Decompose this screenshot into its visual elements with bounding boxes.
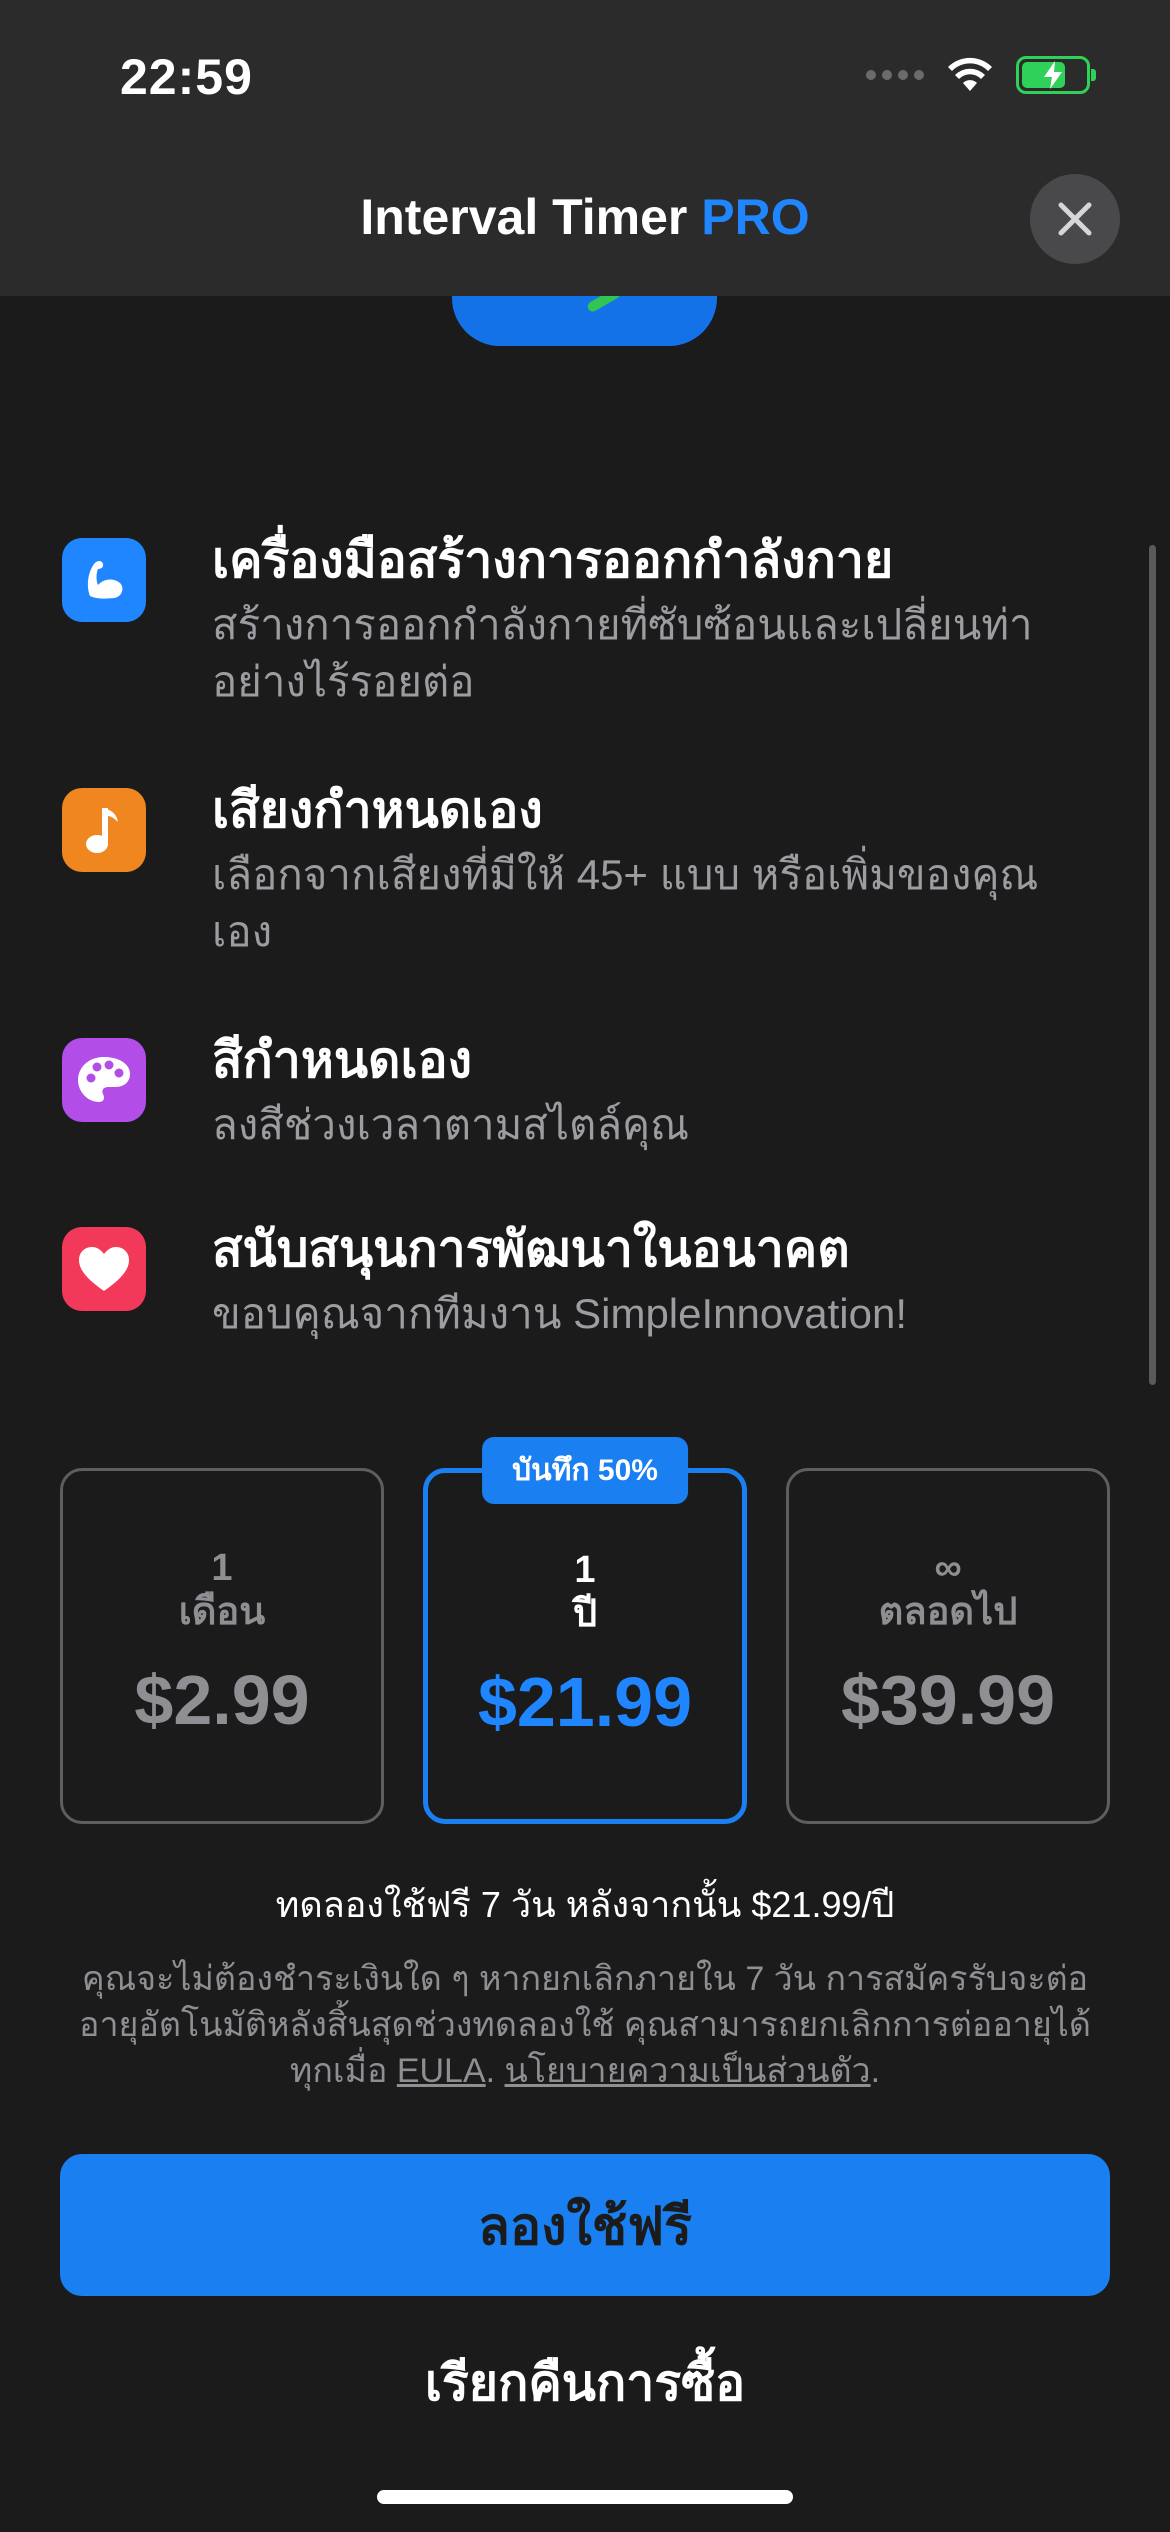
- feature-item: สีกำหนดเอง ลงสีช่วงเวลาตามสไตล์คุณ: [62, 1030, 1122, 1153]
- start-free-trial-button[interactable]: ลองใช้ฟรี: [60, 2154, 1110, 2296]
- battery-icon: [1016, 56, 1096, 94]
- title-text: Interval Timer: [360, 189, 688, 245]
- page-title: Interval Timer PRO: [0, 188, 1170, 246]
- feature-description: เลือกจากเสียงที่มีให้ 45+ แบบ หรือเพิ่มข…: [212, 851, 1039, 955]
- feature-title: สีกำหนดเอง: [212, 1032, 473, 1088]
- fine-print-end: .: [870, 2052, 881, 2090]
- trial-summary: ทดลองใช้ฟรี 7 วัน หลังจากนั้น $21.99/ปี: [275, 1884, 895, 1925]
- plan-count: ∞: [934, 1547, 962, 1589]
- plan-price: $2.99: [134, 1661, 310, 1739]
- feature-description: ขอบคุณจากทีมงาน SimpleInnovation!: [212, 1290, 907, 1337]
- feature-description: ลงสีช่วงเวลาตามสไตล์คุณ: [212, 1101, 690, 1148]
- status-time: 22:59: [120, 49, 253, 105]
- plan-period: ปี: [572, 1593, 598, 1635]
- feature-list: เครื่องมือสร้างการออกกำลังกาย สร้างการออ…: [62, 530, 1122, 1412]
- restore-purchases-button[interactable]: เรียกคืนการซื้อ: [0, 2344, 1170, 2423]
- fine-print-separator: .: [485, 2052, 505, 2090]
- feature-item: เสียงกำหนดเอง เลือกจากเสียงที่มีให้ 45+ …: [62, 780, 1122, 960]
- fine-print: คุณจะไม่ต้องชำระเงินใด ๆ หากยกเลิกภายใน …: [60, 1956, 1110, 2094]
- top-bar: 22:59 Interval Timer PRO: [0, 0, 1170, 296]
- feature-item: เครื่องมือสร้างการออกกำลังกาย สร้างการออ…: [62, 530, 1122, 710]
- plan-count: 1: [211, 1547, 233, 1589]
- wifi-icon: [948, 57, 992, 91]
- plan-period: เดือน: [178, 1591, 266, 1633]
- flexed-bicep-icon: [62, 538, 146, 622]
- status-icons: [866, 56, 1096, 94]
- title-accent: PRO: [701, 189, 810, 245]
- cellular-signal-icon: [866, 70, 924, 80]
- plan-option-lifetime[interactable]: ∞ ตลอดไป $39.99: [786, 1468, 1110, 1824]
- plan-period: ตลอดไป: [878, 1591, 1018, 1633]
- savings-badge: บันทึก 50%: [482, 1437, 688, 1504]
- plan-count: 1: [574, 1549, 596, 1591]
- scrollbar[interactable]: [1149, 545, 1156, 1385]
- close-button[interactable]: [1030, 174, 1120, 264]
- plan-option-yearly[interactable]: บันทึก 50% 1 ปี $21.99: [423, 1437, 747, 1824]
- feature-item: สนับสนุนการพัฒนาในอนาคต ขอบคุณจากทีมงาน …: [62, 1219, 1122, 1342]
- eula-link[interactable]: EULA: [397, 2052, 486, 2090]
- music-note-icon: [62, 788, 146, 872]
- plan-price: $21.99: [477, 1663, 693, 1741]
- plan-option-monthly[interactable]: 1 เดือน $2.99: [60, 1468, 384, 1824]
- feature-title: เครื่องมือสร้างการออกกำลังกาย: [212, 532, 894, 588]
- feature-title: สนับสนุนการพัฒนาในอนาคต: [212, 1221, 850, 1277]
- plan-options: 1 เดือน $2.99 บันทึก 50% 1 ปี $21.99 ∞ ต…: [60, 1437, 1110, 1828]
- palette-icon: [62, 1038, 146, 1122]
- charging-bolt-icon: [1044, 61, 1062, 89]
- heart-icon: [62, 1227, 146, 1311]
- plan-price: $39.99: [840, 1661, 1056, 1739]
- feature-title: เสียงกำหนดเอง: [212, 782, 543, 838]
- close-icon: [1058, 202, 1092, 236]
- feature-description: สร้างการออกกำลังกายที่ซับซ้อนและเปลี่ยนท…: [212, 601, 1033, 705]
- home-indicator: [377, 2490, 793, 2504]
- privacy-policy-link[interactable]: นโยบายความเป็นส่วนตัว: [505, 2052, 871, 2090]
